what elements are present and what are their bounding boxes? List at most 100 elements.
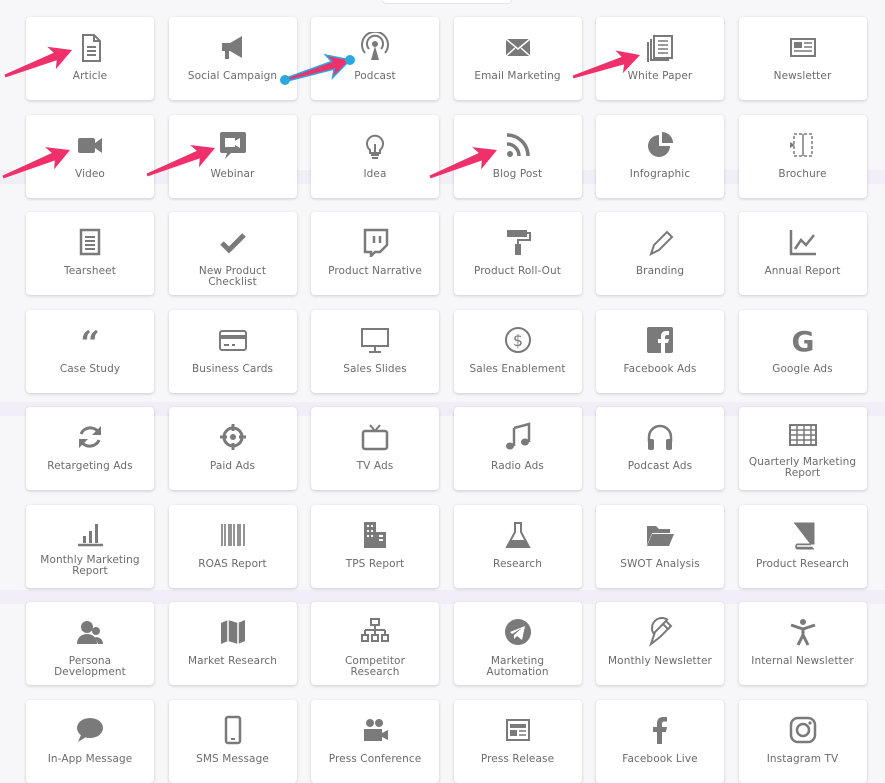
card-label: TV Ads bbox=[356, 460, 394, 472]
content-type-card-facebook-ads[interactable]: Facebook Ads bbox=[596, 309, 724, 393]
content-type-card-tv-ads[interactable]: TV Ads bbox=[311, 407, 439, 490]
card-label: Press Conference bbox=[328, 752, 422, 765]
content-type-card-business-cards[interactable]: Business Cards bbox=[168, 309, 297, 393]
content-type-card-newsletter[interactable]: Newsletter bbox=[738, 17, 867, 100]
content-type-card-internal-newsletter[interactable]: Internal Newsletter bbox=[738, 602, 867, 685]
content-type-card-product-narrative[interactable]: Product Narrative bbox=[311, 212, 439, 295]
users-icon bbox=[74, 616, 106, 648]
card-label: Business Cards bbox=[191, 362, 274, 375]
content-type-card-white-paper[interactable]: White Paper bbox=[596, 17, 724, 100]
content-type-card-retargeting-ads[interactable]: Retargeting Ads bbox=[26, 407, 154, 490]
card-label: Annual Report bbox=[764, 265, 841, 277]
card-label: Product Narrative bbox=[328, 265, 422, 277]
card-label: ROAS Report bbox=[198, 557, 267, 570]
content-type-card-video[interactable]: Video bbox=[26, 114, 154, 198]
card-label: Facebook Ads bbox=[623, 362, 697, 375]
content-type-card-paid-ads[interactable]: Paid Ads bbox=[168, 407, 297, 490]
content-type-card-sms-message[interactable]: SMS Message bbox=[168, 699, 297, 783]
content-type-card-monthly-newsletter[interactable]: Monthly Newsletter bbox=[596, 602, 724, 685]
content-type-card-persona-development[interactable]: Persona Development bbox=[26, 602, 154, 685]
content-type-card-sales-enablement[interactable]: $ Sales Enablement bbox=[453, 309, 582, 393]
svg-text:“: “ bbox=[80, 325, 100, 355]
content-type-card-product-research[interactable]: Product Research bbox=[738, 504, 867, 588]
content-type-card-swot-analysis[interactable]: SWOT Analysis bbox=[596, 504, 724, 588]
content-type-card-brochure[interactable]: Brochure bbox=[738, 114, 867, 198]
card-label: Tearsheet bbox=[64, 265, 116, 277]
video-camera-icon bbox=[74, 129, 106, 161]
content-type-card-marketing-automation[interactable]: Marketing Automation bbox=[453, 602, 582, 685]
fountain-pen-icon bbox=[644, 616, 676, 648]
card-label: Retargeting Ads bbox=[47, 460, 133, 472]
content-type-card-sales-slides[interactable]: Sales Slides bbox=[311, 309, 439, 393]
card-label: Press Release bbox=[480, 752, 555, 765]
content-type-card-email-marketing[interactable]: Email Marketing bbox=[453, 17, 582, 100]
content-type-card-blog-post[interactable]: Blog Post bbox=[453, 114, 582, 198]
card-label: SWOT Analysis bbox=[620, 557, 700, 570]
refresh-icon bbox=[74, 421, 106, 453]
person-icon bbox=[787, 616, 819, 648]
content-type-card-competitor-research[interactable]: Competitor Research bbox=[311, 602, 439, 685]
paint-roller-icon bbox=[502, 226, 534, 258]
content-type-card-tps-report[interactable]: TPS Report bbox=[311, 504, 439, 588]
card-label: Sales Slides bbox=[343, 362, 407, 375]
webinar-icon bbox=[217, 129, 249, 161]
content-type-card-google-ads[interactable]: G Google Ads bbox=[738, 309, 867, 393]
content-type-card-podcast[interactable]: Podcast bbox=[311, 17, 439, 100]
content-type-card-product-roll-out[interactable]: Product Roll-Out bbox=[453, 212, 582, 295]
content-type-card-webinar[interactable]: Webinar bbox=[168, 114, 297, 198]
map-icon bbox=[217, 616, 249, 648]
content-type-card-new-product-checklist[interactable]: New Product Checklist bbox=[168, 212, 297, 295]
content-type-card-quarterly-marketing-report[interactable]: Quarterly Marketing Report bbox=[738, 407, 867, 490]
lightbulb-icon bbox=[359, 129, 391, 161]
bar-chart-icon bbox=[74, 517, 106, 549]
card-label: In-App Message bbox=[47, 752, 133, 765]
card-label: Idea bbox=[363, 167, 387, 180]
card-label: White Paper bbox=[627, 70, 693, 82]
content-type-card-press-release[interactable]: Press Release bbox=[453, 699, 582, 783]
google-icon: G bbox=[787, 324, 819, 356]
tv-icon bbox=[359, 421, 391, 453]
newspaper-icon bbox=[787, 31, 819, 63]
content-type-card-in-app-message[interactable]: In-App Message bbox=[26, 699, 154, 783]
content-type-card-research[interactable]: Research bbox=[453, 504, 582, 588]
content-type-card-roas-report[interactable]: ROAS Report bbox=[168, 504, 297, 588]
card-label: Research bbox=[493, 557, 542, 570]
content-type-card-annual-report[interactable]: Annual Report bbox=[738, 212, 867, 295]
newspaper-stack-icon bbox=[644, 31, 676, 63]
content-type-card-tearsheet[interactable]: Tearsheet bbox=[26, 212, 154, 295]
content-type-card-article[interactable]: Article bbox=[26, 17, 154, 100]
facebook-f-icon bbox=[644, 714, 676, 746]
checkmark-icon bbox=[217, 226, 249, 258]
card-label: Video bbox=[75, 167, 105, 180]
building-icon bbox=[359, 519, 391, 551]
list-document-icon bbox=[74, 226, 106, 258]
card-label: Blog Post bbox=[492, 167, 543, 180]
card-label: Product Research bbox=[756, 557, 849, 570]
content-type-card-monthly-marketing-report[interactable]: Monthly Marketing Report bbox=[26, 504, 154, 588]
card-label: Email Marketing bbox=[474, 70, 561, 82]
content-type-card-instagram-tv[interactable]: Instagram TV bbox=[738, 699, 867, 783]
rss-icon bbox=[502, 129, 534, 161]
svg-text:G: G bbox=[791, 325, 814, 355]
card-label: Quarterly Marketing Report bbox=[748, 456, 857, 479]
content-type-card-press-conference[interactable]: Press Conference bbox=[311, 699, 439, 783]
twitch-icon bbox=[359, 226, 391, 258]
card-label: Facebook Live bbox=[622, 752, 698, 765]
content-type-card-social-campaign[interactable]: Social Campaign bbox=[168, 17, 297, 100]
content-type-card-market-research[interactable]: Market Research bbox=[168, 602, 297, 685]
sitemap-icon bbox=[359, 616, 391, 648]
content-type-card-podcast-ads[interactable]: Podcast Ads bbox=[596, 407, 724, 490]
press-release-icon bbox=[502, 714, 534, 746]
speech-bubble-icon bbox=[74, 714, 106, 746]
content-type-card-infographic[interactable]: Infographic bbox=[596, 114, 724, 198]
dollar-circle-icon: $ bbox=[502, 324, 534, 356]
pie-chart-icon bbox=[644, 129, 676, 161]
card-label: Competitor Research bbox=[344, 655, 405, 678]
content-type-card-idea[interactable]: Idea bbox=[311, 114, 439, 198]
content-type-card-branding[interactable]: Branding bbox=[596, 212, 724, 295]
quote-icon: “ bbox=[74, 324, 106, 356]
content-type-card-radio-ads[interactable]: Radio Ads bbox=[453, 407, 582, 490]
content-type-card-case-study[interactable]: “ Case Study bbox=[26, 309, 154, 393]
card-label: Webinar bbox=[210, 167, 255, 180]
content-type-card-facebook-live[interactable]: Facebook Live bbox=[596, 699, 724, 783]
